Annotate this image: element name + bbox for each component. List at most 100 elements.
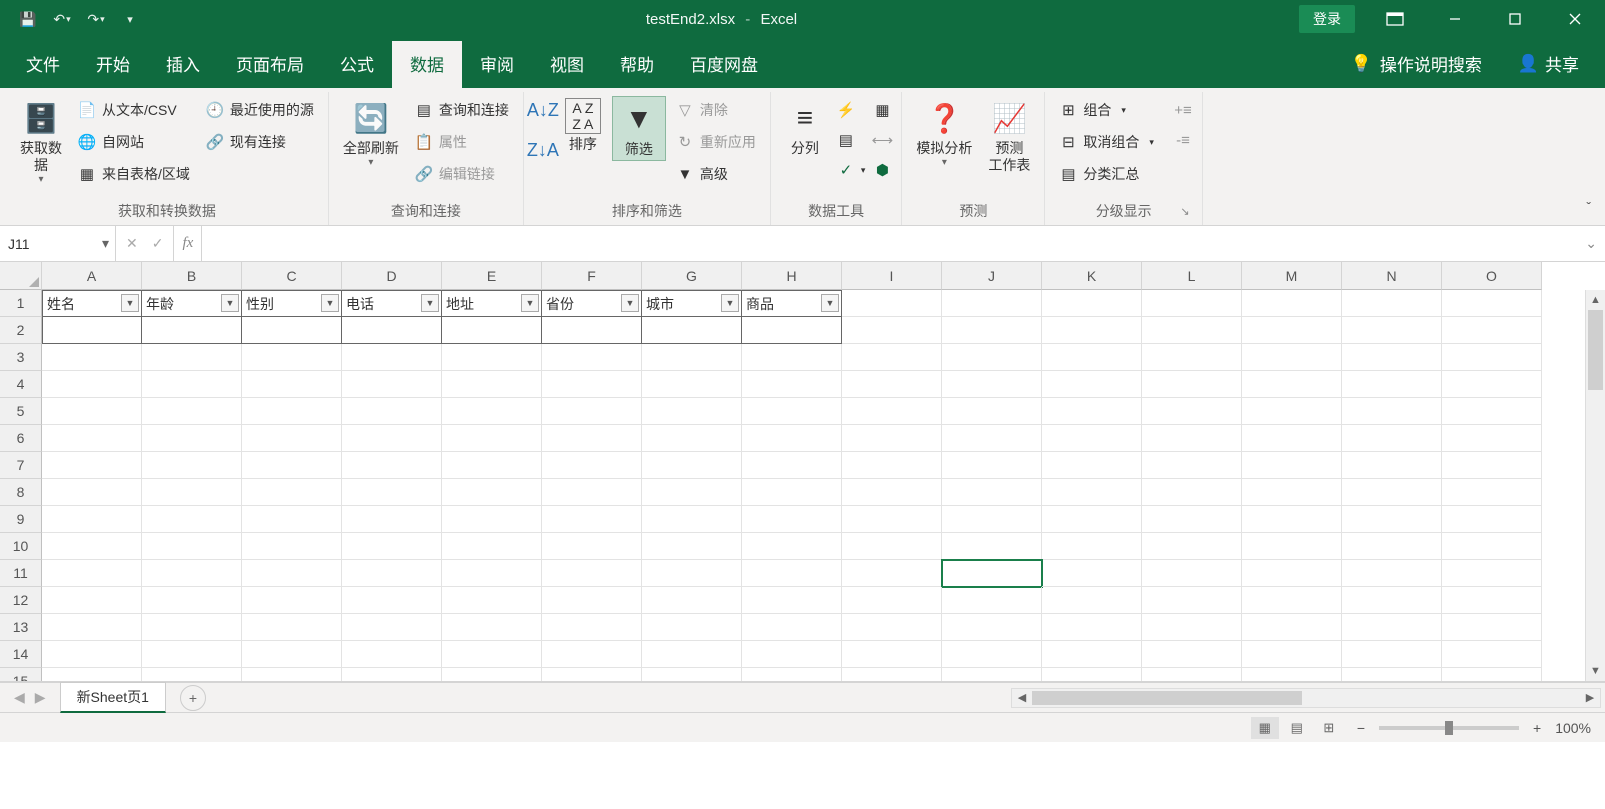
cell[interactable] bbox=[742, 425, 842, 452]
cell[interactable] bbox=[842, 614, 942, 641]
row-header[interactable]: 13 bbox=[0, 614, 42, 641]
cell[interactable] bbox=[1342, 425, 1442, 452]
cell[interactable] bbox=[1342, 641, 1442, 668]
cell[interactable] bbox=[542, 533, 642, 560]
existing-conn-button[interactable]: 🔗现有连接 bbox=[200, 128, 320, 156]
cell[interactable] bbox=[42, 641, 142, 668]
cell[interactable] bbox=[142, 560, 242, 587]
cell[interactable] bbox=[1042, 641, 1142, 668]
cell[interactable] bbox=[142, 317, 242, 344]
cell[interactable] bbox=[1242, 371, 1342, 398]
row-header[interactable]: 7 bbox=[0, 452, 42, 479]
cell[interactable] bbox=[42, 668, 142, 682]
cell[interactable] bbox=[42, 560, 142, 587]
cell[interactable] bbox=[542, 587, 642, 614]
cell[interactable] bbox=[942, 614, 1042, 641]
from-table-button[interactable]: ▦来自表格/区域 bbox=[72, 160, 196, 188]
cell[interactable] bbox=[742, 371, 842, 398]
fx-icon[interactable]: fx bbox=[174, 226, 202, 261]
cell[interactable] bbox=[442, 533, 542, 560]
zoom-out-button[interactable]: − bbox=[1357, 720, 1365, 736]
cell[interactable] bbox=[1442, 398, 1542, 425]
cell[interactable] bbox=[1242, 560, 1342, 587]
data-validation-button[interactable]: ✓▾ bbox=[835, 156, 868, 184]
cell[interactable] bbox=[642, 479, 742, 506]
cell[interactable] bbox=[942, 317, 1042, 344]
cell[interactable] bbox=[1042, 425, 1142, 452]
scroll-thumb[interactable] bbox=[1032, 691, 1302, 705]
column-header[interactable]: B bbox=[142, 262, 242, 290]
cell[interactable] bbox=[342, 614, 442, 641]
filter-dropdown-button[interactable]: ▼ bbox=[421, 294, 439, 312]
login-button[interactable]: 登录 bbox=[1299, 5, 1355, 33]
column-header[interactable]: K bbox=[1042, 262, 1142, 290]
save-button[interactable]: 💾 bbox=[14, 5, 42, 33]
cell[interactable] bbox=[1442, 290, 1542, 317]
cell[interactable] bbox=[42, 506, 142, 533]
cell[interactable] bbox=[542, 614, 642, 641]
cell[interactable] bbox=[1442, 425, 1542, 452]
cell[interactable] bbox=[742, 533, 842, 560]
share-button[interactable]: 👤 共享 bbox=[1500, 41, 1597, 88]
cell[interactable] bbox=[542, 560, 642, 587]
cell[interactable] bbox=[1242, 425, 1342, 452]
filter-dropdown-button[interactable]: ▼ bbox=[321, 294, 339, 312]
cell[interactable] bbox=[1242, 533, 1342, 560]
cell[interactable] bbox=[642, 560, 742, 587]
cell[interactable] bbox=[342, 533, 442, 560]
cell[interactable] bbox=[742, 344, 842, 371]
cell[interactable] bbox=[842, 317, 942, 344]
cell[interactable]: 姓名▼ bbox=[42, 290, 142, 317]
cell[interactable] bbox=[642, 587, 742, 614]
row-header[interactable]: 5 bbox=[0, 398, 42, 425]
cell[interactable] bbox=[542, 506, 642, 533]
cell[interactable] bbox=[42, 533, 142, 560]
cell[interactable] bbox=[242, 479, 342, 506]
queries-conn-button[interactable]: ▤查询和连接 bbox=[409, 96, 515, 124]
cell[interactable] bbox=[1242, 452, 1342, 479]
group-rows-button[interactable]: ⊞组合▾ bbox=[1053, 96, 1160, 124]
cell[interactable] bbox=[1342, 560, 1442, 587]
add-sheet-button[interactable]: + bbox=[180, 685, 206, 711]
cell[interactable] bbox=[642, 398, 742, 425]
cell[interactable] bbox=[642, 371, 742, 398]
cell[interactable] bbox=[842, 452, 942, 479]
cell[interactable] bbox=[1442, 506, 1542, 533]
cell[interactable]: 商品▼ bbox=[742, 290, 842, 317]
cell[interactable] bbox=[142, 668, 242, 682]
tab-审阅[interactable]: 审阅 bbox=[462, 41, 532, 88]
cell[interactable] bbox=[442, 614, 542, 641]
sort-desc-button[interactable]: Z↓A bbox=[532, 136, 554, 164]
cell[interactable]: 城市▼ bbox=[642, 290, 742, 317]
cell[interactable] bbox=[1342, 479, 1442, 506]
cell[interactable] bbox=[1142, 560, 1242, 587]
cell[interactable] bbox=[242, 533, 342, 560]
cell[interactable] bbox=[1442, 560, 1542, 587]
flash-fill-button[interactable]: ⚡ bbox=[835, 96, 868, 124]
cell[interactable]: 电话▼ bbox=[342, 290, 442, 317]
cell[interactable] bbox=[442, 317, 542, 344]
data-model-button[interactable]: ⬢ bbox=[871, 156, 893, 184]
cell[interactable] bbox=[442, 668, 542, 682]
cell[interactable] bbox=[942, 344, 1042, 371]
cell[interactable] bbox=[1042, 479, 1142, 506]
cell[interactable] bbox=[1042, 290, 1142, 317]
cell[interactable] bbox=[1442, 479, 1542, 506]
cell[interactable] bbox=[1142, 641, 1242, 668]
cell[interactable] bbox=[742, 668, 842, 682]
collapse-ribbon-button[interactable]: ˇ bbox=[1586, 199, 1591, 215]
properties-button[interactable]: 📋属性 bbox=[409, 128, 515, 156]
cell[interactable] bbox=[242, 506, 342, 533]
cell[interactable] bbox=[1142, 668, 1242, 682]
cell[interactable] bbox=[642, 668, 742, 682]
horizontal-scrollbar[interactable]: ◀ ▶ bbox=[1011, 688, 1601, 708]
ungroup-button[interactable]: ⊟取消组合▾ bbox=[1053, 128, 1160, 156]
cell[interactable] bbox=[1342, 452, 1442, 479]
row-header[interactable]: 1 bbox=[0, 290, 42, 317]
tab-开始[interactable]: 开始 bbox=[78, 41, 148, 88]
cell[interactable] bbox=[442, 560, 542, 587]
cell[interactable] bbox=[742, 506, 842, 533]
cell[interactable] bbox=[942, 668, 1042, 682]
cell[interactable] bbox=[142, 344, 242, 371]
tab-文件[interactable]: 文件 bbox=[8, 41, 78, 88]
